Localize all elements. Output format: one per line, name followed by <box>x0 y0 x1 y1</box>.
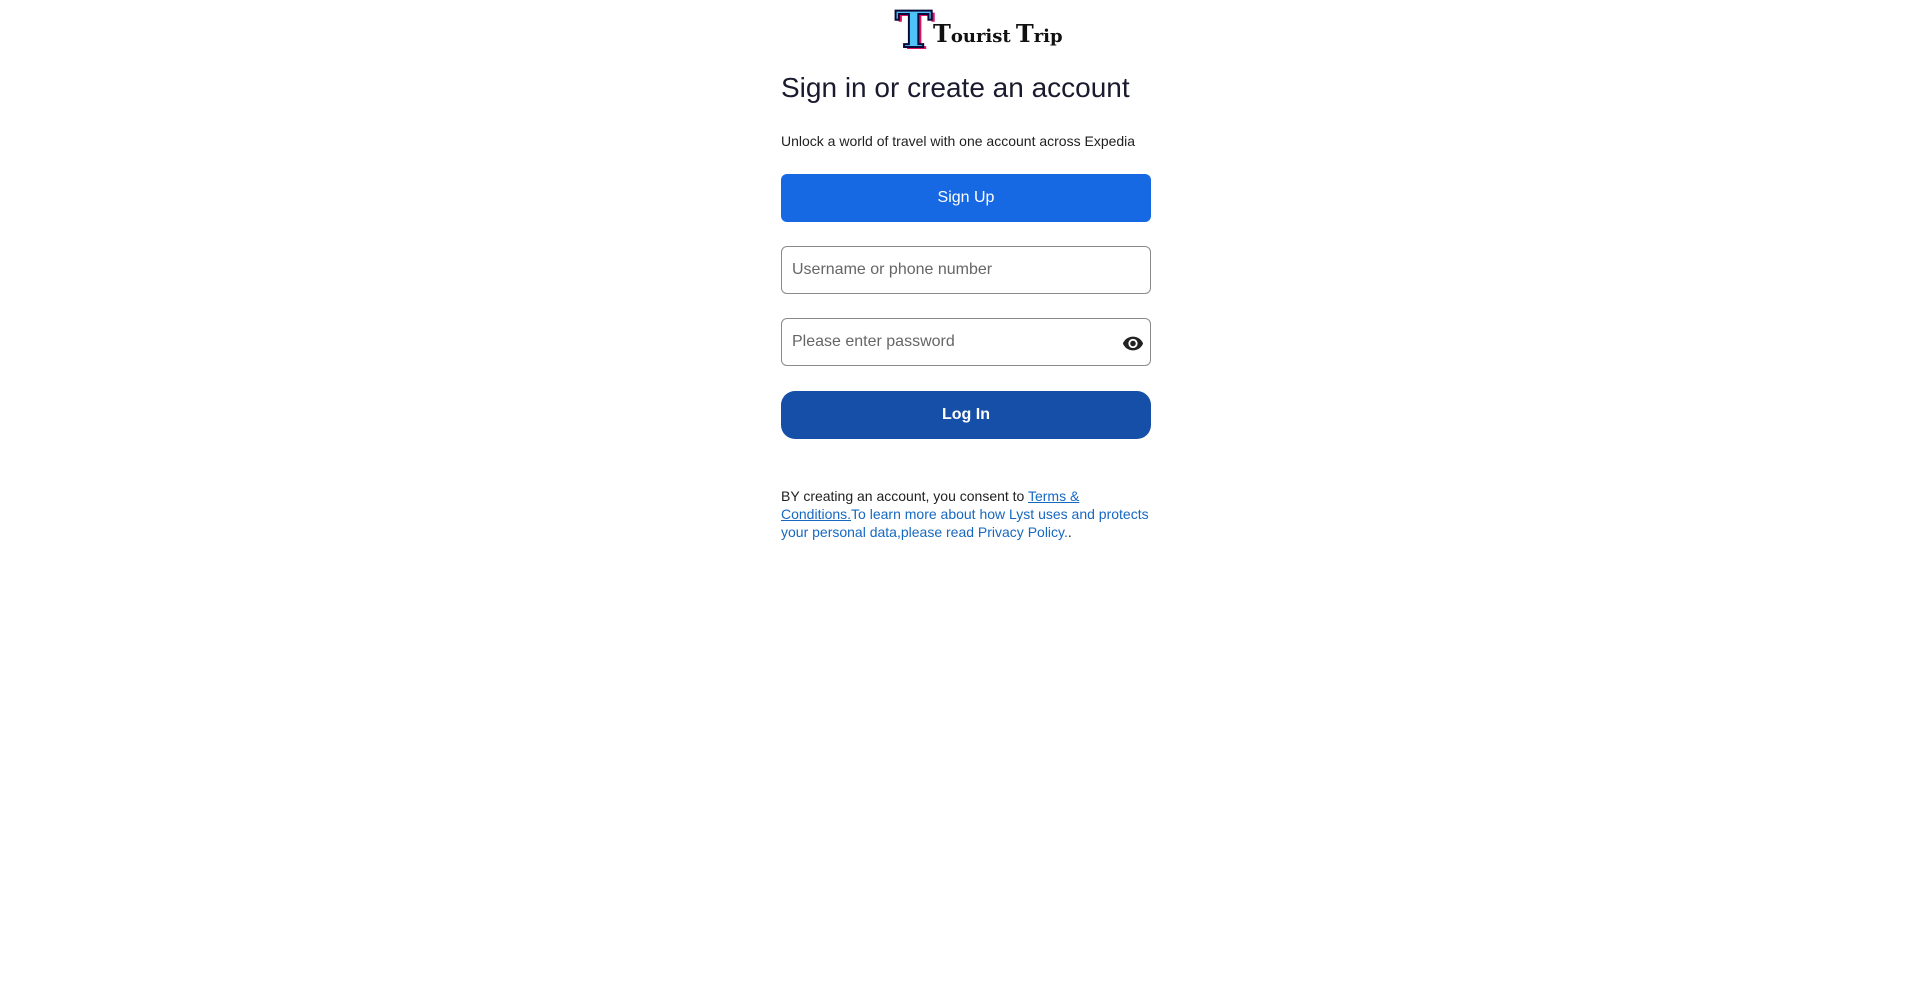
sign-up-button[interactable]: Sign Up <box>781 174 1151 222</box>
eye-icon[interactable] <box>1122 332 1144 354</box>
page-title: Sign in or create an account <box>781 72 1130 103</box>
page-subtitle: Unlock a world of travel with one accoun… <box>781 133 1136 149</box>
password-field <box>781 318 1151 366</box>
logo-word-2-cap: T <box>1015 19 1034 48</box>
logo-wordmark: Tourist Trip <box>933 19 1063 53</box>
logo-mark: T T <box>894 0 935 61</box>
login-page: T T Tourist Trip Sign in or create an ac… <box>0 0 1920 993</box>
tourist-trip-logo[interactable]: T T Tourist Trip <box>894 0 1063 61</box>
username-input[interactable] <box>792 247 1112 293</box>
legal-prefix: BY creating an account, you consent to <box>781 488 1028 504</box>
logo-word-1-cap: T <box>933 19 951 48</box>
password-input[interactable] <box>792 319 1112 365</box>
logo-big-letter: T <box>894 0 933 60</box>
username-field <box>781 246 1151 294</box>
logo-word-1-rest: ourist <box>950 26 1011 47</box>
log-in-button[interactable]: Log In <box>781 391 1151 439</box>
logo-word-2-rest: rip <box>1033 26 1063 47</box>
legal-notice: BY creating an account, you consent to T… <box>781 487 1151 541</box>
legal-suffix: . <box>1067 524 1072 540</box>
